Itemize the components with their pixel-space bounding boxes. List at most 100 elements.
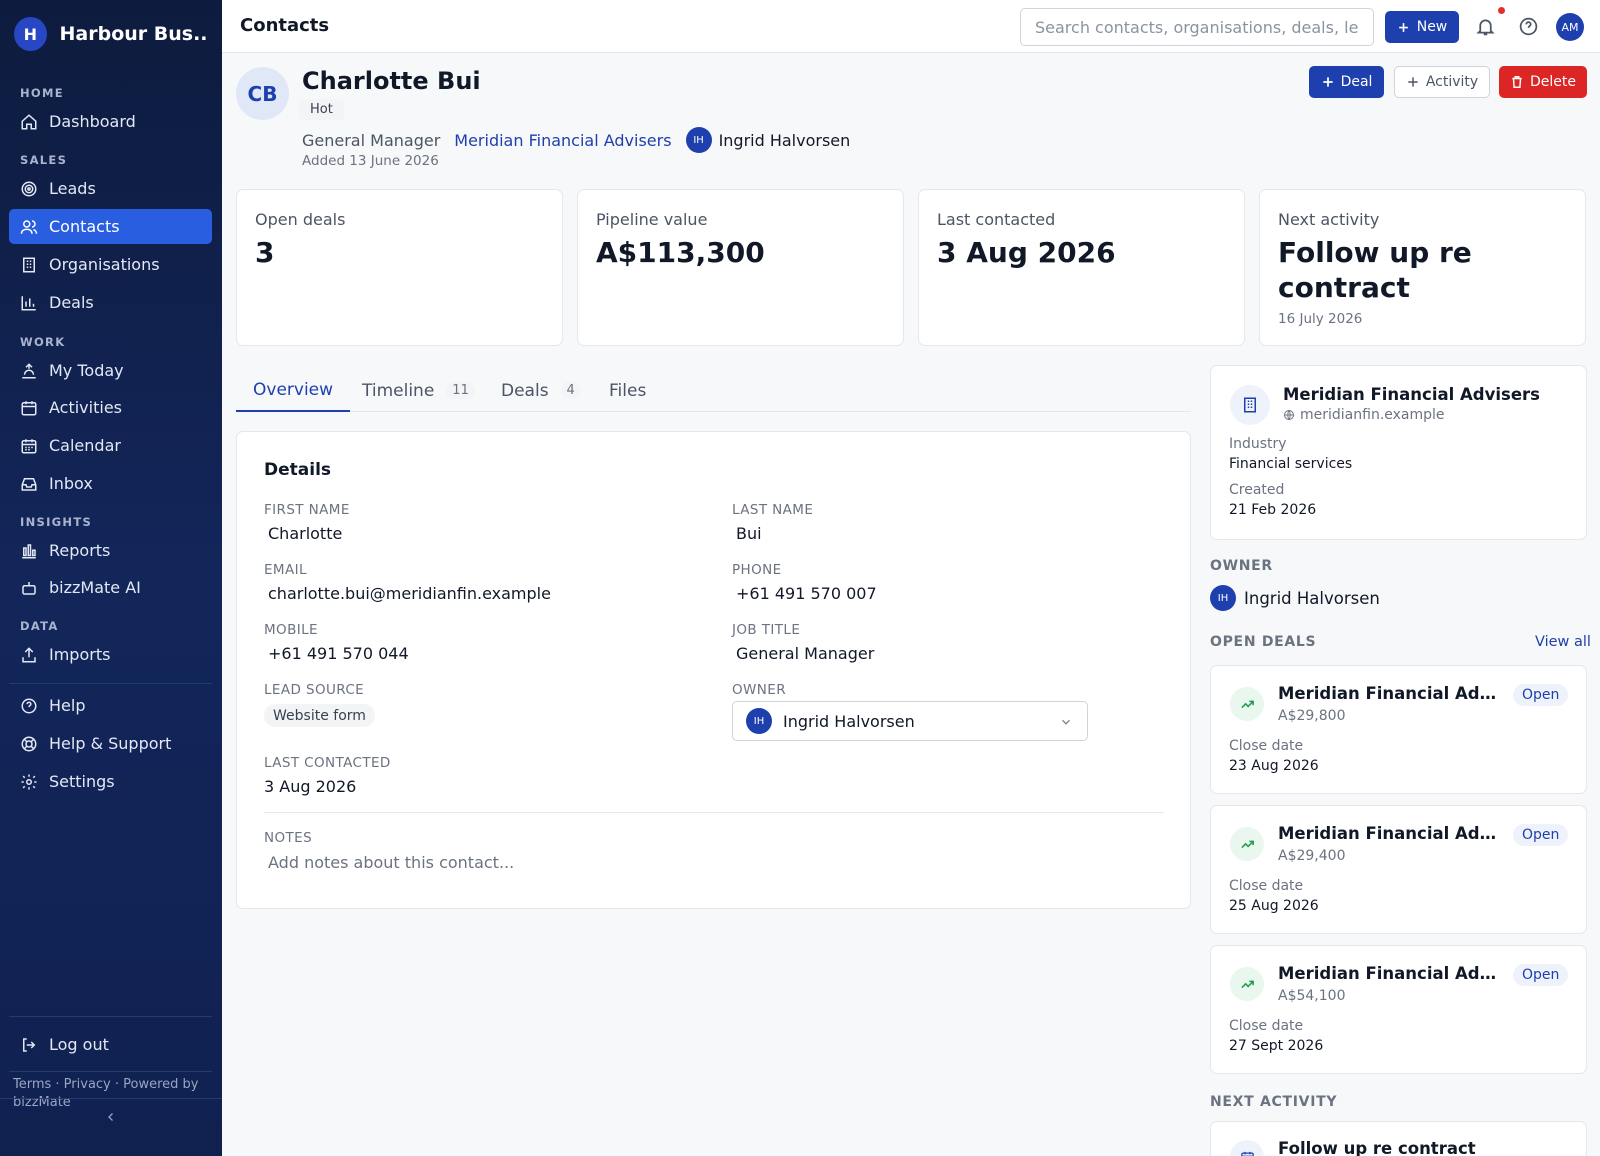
sidebar-item-inbox[interactable]: Inbox — [9, 466, 212, 501]
building-icon — [23, 257, 35, 272]
email-value[interactable]: charlotte.bui@meridianfin.example — [268, 584, 551, 603]
first-name-value[interactable]: Charlotte — [268, 524, 342, 543]
deal-amount: A$29,400 — [1278, 848, 1346, 864]
stat-value: 3 — [255, 236, 275, 269]
owner-label: OWNER — [732, 682, 786, 698]
sidebar-item-settings[interactable]: Settings — [9, 764, 212, 799]
lead-source-chip[interactable]: Website form — [264, 704, 375, 727]
delete-button[interactable]: Delete — [1499, 66, 1587, 98]
phone-value[interactable]: +61 491 570 007 — [736, 584, 877, 603]
building-icon — [1244, 397, 1256, 413]
org-name[interactable]: Meridian Financial Advisers — [1283, 385, 1540, 404]
nav-section-work: WORK — [20, 335, 66, 349]
sidebar-item-label: Inbox — [49, 474, 93, 493]
deal-card[interactable]: Meridian Financial Advi... A$29,800 Open… — [1210, 665, 1587, 794]
globe-icon — [1284, 410, 1294, 420]
plus-icon — [1322, 77, 1333, 87]
details-divider — [264, 812, 1164, 813]
bell-icon[interactable] — [1475, 16, 1496, 37]
sidebar-item-label: Help — [49, 696, 86, 715]
last-name-value[interactable]: Bui — [736, 524, 762, 543]
new-button-label: New — [1416, 19, 1448, 35]
tab-files[interactable]: Files — [592, 369, 663, 412]
next-activity-icon-wrap — [1230, 1140, 1264, 1156]
owner-heading: OWNER — [1210, 558, 1273, 574]
nav-section-home: HOME — [20, 86, 64, 100]
stat-label: Next activity — [1278, 210, 1380, 229]
sunrise-icon — [22, 362, 36, 378]
last-contacted-label: LAST CONTACTED — [264, 755, 391, 771]
sidebar-item-label: Imports — [49, 645, 111, 664]
tab-overview[interactable]: Overview — [236, 369, 351, 412]
org-domain[interactable]: meridianfin.example — [1283, 407, 1445, 423]
sidebar-divider — [9, 1071, 212, 1072]
stat-card-next-activity: Next activity Follow up re contract 16 J… — [1259, 189, 1586, 346]
brand[interactable]: H Harbour Bus... — [0, 0, 222, 68]
delete-label: Delete — [1530, 74, 1576, 90]
sidebar-item-activities[interactable]: Activities — [9, 390, 212, 425]
brand-logo: H — [14, 17, 47, 51]
sidebar-item-bizzmate-ai[interactable]: bizzMate AI — [9, 570, 212, 605]
new-button[interactable]: New — [1385, 11, 1459, 43]
calendar-icon — [21, 438, 37, 453]
plus-icon — [1408, 77, 1418, 87]
organisation-card[interactable]: Meridian Financial Advisers meridianfin.… — [1210, 365, 1587, 540]
collapse-sidebar-button[interactable] — [0, 1098, 222, 1134]
sidebar-item-leads[interactable]: Leads — [9, 171, 212, 206]
stat-label: Open deals — [255, 210, 346, 229]
tab-timeline[interactable]: Timeline 11 — [345, 369, 492, 412]
sidebar-item-organisations[interactable]: Organisations — [9, 247, 212, 282]
contact-organisation-link[interactable]: Meridian Financial Advisers — [454, 131, 671, 150]
sidebar-item-dashboard[interactable]: Dashboard — [9, 104, 212, 139]
logout-label: Log out — [49, 1035, 109, 1054]
last-name-label: LAST NAME — [732, 502, 814, 518]
trash-icon — [1512, 76, 1522, 88]
deal-status-badge: Open — [1513, 684, 1569, 706]
org-icon-wrap — [1230, 385, 1270, 425]
owner-select[interactable]: IH Ingrid Halvorsen — [732, 701, 1088, 741]
chevron-down-icon — [1062, 719, 1070, 725]
job-title-value[interactable]: General Manager — [736, 644, 874, 663]
deal-name: Meridian Financial Advi... — [1278, 964, 1504, 983]
stat-card-last-contacted: Last contacted 3 Aug 2026 — [918, 189, 1245, 346]
next-activity-card[interactable]: Follow up re contract — [1210, 1121, 1587, 1156]
deal-card[interactable]: Meridian Financial Advi... A$29,400 Open… — [1210, 805, 1587, 934]
mobile-value[interactable]: +61 491 570 044 — [268, 644, 409, 663]
search-input[interactable] — [1020, 8, 1374, 46]
job-title-label: JOB TITLE — [732, 622, 801, 638]
close-date-value: 25 Aug 2026 — [1229, 898, 1319, 914]
sidebar-item-label: Settings — [49, 772, 115, 791]
sidebar-item-label: Contacts — [49, 217, 120, 236]
logout-button[interactable]: Log out — [9, 1027, 212, 1062]
inbox-icon — [21, 477, 37, 491]
sidebar-item-my-today[interactable]: My Today — [9, 353, 212, 388]
tab-label: Files — [609, 380, 647, 401]
contact-avatar: CB — [236, 67, 289, 120]
sidebar-item-calendar[interactable]: Calendar — [9, 428, 212, 463]
sidebar-item-label: Calendar — [49, 436, 121, 455]
stat-label: Last contacted — [937, 210, 1056, 229]
nav-section-insights: INSIGHTS — [20, 515, 93, 529]
notes-input[interactable]: Add notes about this contact... — [268, 853, 514, 872]
help-icon[interactable] — [1518, 16, 1539, 37]
user-avatar[interactable]: AM — [1556, 13, 1584, 41]
sidebar-item-reports[interactable]: Reports — [9, 533, 212, 568]
added-date: Added 13 June 2026 — [302, 153, 439, 169]
add-deal-button[interactable]: Deal — [1309, 66, 1384, 98]
phone-label: PHONE — [732, 562, 782, 578]
sidebar-item-imports[interactable]: Imports — [9, 637, 212, 672]
topbar: Contacts New AM — [222, 0, 1600, 53]
sidebar-item-deals[interactable]: Deals — [9, 285, 212, 320]
add-activity-button[interactable]: Activity — [1394, 66, 1490, 98]
sidebar-item-label: Help & Support — [49, 734, 172, 753]
brand-name: Harbour Bus... — [59, 23, 208, 45]
sidebar-item-help-support[interactable]: Help & Support — [9, 726, 212, 761]
email-label: EMAIL — [264, 562, 307, 578]
sidebar-item-help[interactable]: Help — [9, 688, 212, 723]
contact-meta: General Manager Meridian Financial Advis… — [302, 127, 850, 153]
view-all-deals-link[interactable]: View all — [1535, 634, 1591, 650]
sidebar-item-contacts[interactable]: Contacts — [9, 209, 212, 244]
tab-deals[interactable]: Deals 4 — [484, 369, 598, 412]
sidebar-divider — [9, 683, 212, 684]
deal-card[interactable]: Meridian Financial Advi... A$54,100 Open… — [1210, 945, 1587, 1074]
